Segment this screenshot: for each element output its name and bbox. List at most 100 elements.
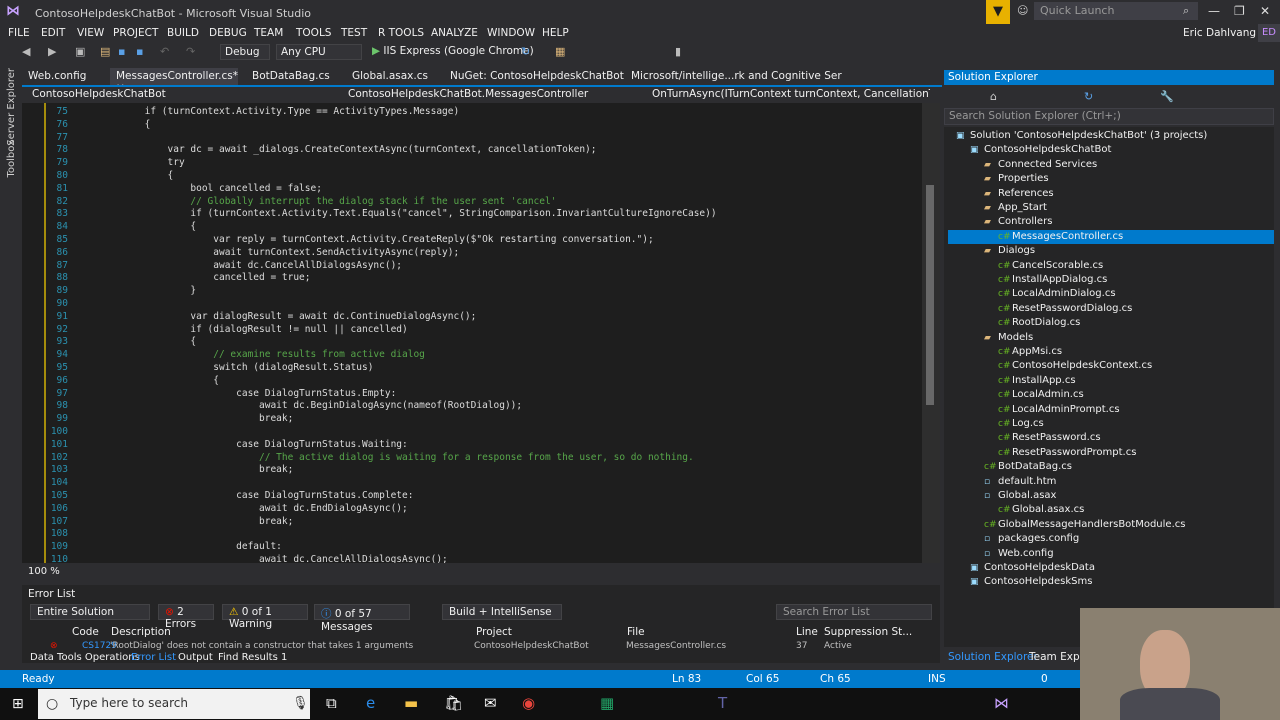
- code-line[interactable]: 86 await turnContext.SendActivityAsync(r…: [22, 246, 922, 259]
- code-line[interactable]: 90: [22, 297, 922, 310]
- menu-edit[interactable]: EDIT: [41, 27, 65, 39]
- menu-r-tools[interactable]: R TOOLS: [378, 27, 424, 39]
- errors-filter-button[interactable]: ⊗ 2 Errors: [158, 604, 214, 630]
- code-line[interactable]: 105 case DialogTurnStatus.Complete:: [22, 489, 922, 502]
- feedback-icon[interactable]: ☺: [1017, 4, 1028, 17]
- code-line[interactable]: 104: [22, 476, 922, 489]
- code-line[interactable]: 75 if (turnContext.Activity.Type == Acti…: [22, 105, 922, 118]
- open-file-icon[interactable]: ▤: [100, 45, 110, 58]
- microphone-icon[interactable]: 🎙: [292, 696, 309, 711]
- code-line[interactable]: 84 {: [22, 220, 922, 233]
- menu-build[interactable]: BUILD: [167, 27, 199, 39]
- code-line[interactable]: 79 try: [22, 156, 922, 169]
- code-line[interactable]: 103 break;: [22, 463, 922, 476]
- solution-tree-item[interactable]: c# BotDataBag.cs: [948, 460, 1274, 474]
- solution-tree-item[interactable]: c# GlobalMessageHandlersBotModule.cs: [948, 518, 1274, 532]
- menu-analyze[interactable]: ANALYZE: [431, 27, 478, 39]
- tab-error-list[interactable]: Error List: [131, 652, 176, 663]
- tab-web-config[interactable]: Web.config: [22, 68, 92, 85]
- quick-launch-input[interactable]: Quick Launch: [1034, 2, 1198, 20]
- solution-tree-item[interactable]: c# ResetPasswordPrompt.cs: [948, 446, 1274, 460]
- code-line[interactable]: 81 bool cancelled = false;: [22, 182, 922, 195]
- code-line[interactable]: 85 var reply = turnContext.Activity.Crea…: [22, 233, 922, 246]
- windows-start-icon[interactable]: ⊞: [12, 696, 24, 712]
- menu-view[interactable]: VIEW: [77, 27, 104, 39]
- solution-tree-item[interactable]: c# LocalAdminDialog.cs: [948, 287, 1274, 301]
- error-scope-select[interactable]: Entire Solution: [30, 604, 150, 620]
- mail-icon[interactable]: ✉: [484, 694, 497, 712]
- chrome-icon[interactable]: ◉: [522, 694, 535, 712]
- code-line[interactable]: 97 case DialogTurnStatus.Empty:: [22, 387, 922, 400]
- refresh-icon[interactable]: ↻: [1084, 90, 1093, 103]
- solution-tree-item[interactable]: ▫ Global.asax: [948, 489, 1274, 503]
- editor-scroll-thumb[interactable]: [926, 185, 934, 405]
- browser-link-icon[interactable]: ▦: [555, 45, 565, 58]
- redo-icon[interactable]: ↷: [186, 45, 195, 58]
- solution-tree-item[interactable]: ▰ Connected Services: [948, 158, 1274, 172]
- code-line[interactable]: 107 break;: [22, 515, 922, 528]
- server-explorer-tab[interactable]: Server Explorer: [6, 68, 17, 146]
- menu-team[interactable]: TEAM: [254, 27, 283, 39]
- solution-tree-item[interactable]: c# InstallAppDialog.cs: [948, 273, 1274, 287]
- solution-tree-item[interactable]: c# AppMsi.cs: [948, 345, 1274, 359]
- taskbar-search-input[interactable]: Type here to search: [38, 689, 310, 719]
- solution-tree-item[interactable]: ▣ ContosoHelpdeskSms: [948, 575, 1274, 589]
- solution-tree-item[interactable]: c# CancelScorable.cs: [948, 259, 1274, 273]
- solution-tree-item[interactable]: c# ResetPassword.cs: [948, 431, 1274, 445]
- properties-icon[interactable]: 🔧: [1160, 90, 1174, 103]
- error-list-search[interactable]: Search Error List: [776, 604, 932, 620]
- col-code[interactable]: Code: [72, 626, 99, 638]
- solution-tree-item[interactable]: c# InstallApp.cs: [948, 374, 1274, 388]
- tab-botdatabag[interactable]: BotDataBag.cs: [246, 68, 336, 85]
- code-line[interactable]: 102 // The active dialog is waiting for …: [22, 451, 922, 464]
- code-line[interactable]: 110 await dc.CancelAllDialogsAsync();: [22, 553, 922, 563]
- undo-icon[interactable]: ↶: [160, 45, 169, 58]
- solution-tree-item[interactable]: ▰ Properties: [948, 172, 1274, 186]
- code-line[interactable]: 94 // examine results from active dialog: [22, 348, 922, 361]
- code-line[interactable]: 80 {: [22, 169, 922, 182]
- solution-tree-item[interactable]: c# LocalAdmin.cs: [948, 388, 1274, 402]
- code-line[interactable]: 108: [22, 527, 922, 540]
- code-editor[interactable]: 75 if (turnContext.Activity.Type == Acti…: [22, 103, 922, 563]
- solution-tree-item[interactable]: ▫ default.htm: [948, 475, 1274, 489]
- solution-tree-item[interactable]: ▰ Models: [948, 331, 1274, 345]
- status-publish-count[interactable]: 0: [1041, 673, 1048, 685]
- navigate-back-icon[interactable]: ◀: [22, 45, 30, 58]
- feedback-filter-icon[interactable]: ▼: [986, 0, 1010, 24]
- tab-nuget[interactable]: NuGet: ContosoHelpdeskChatBot: [444, 68, 630, 85]
- build-source-select[interactable]: Build + IntelliSense: [442, 604, 562, 620]
- code-line[interactable]: 106 await dc.EndDialogAsync();: [22, 502, 922, 515]
- col-suppression[interactable]: Suppression St...: [824, 626, 912, 638]
- maximize-button[interactable]: ❐: [1234, 4, 1245, 18]
- account-name[interactable]: Eric Dahlvang: [1183, 27, 1256, 39]
- solution-configuration-select[interactable]: Debug: [220, 44, 270, 60]
- tab-messages-controller[interactable]: MessagesController.cs* ✕: [110, 68, 238, 94]
- refresh-browser-icon[interactable]: ↻: [521, 45, 530, 58]
- solution-tree-item[interactable]: ▰ Dialogs: [948, 244, 1274, 258]
- solution-tree-item[interactable]: ▰ References: [948, 187, 1274, 201]
- code-line[interactable]: 93 {: [22, 335, 922, 348]
- code-line[interactable]: 89 }: [22, 284, 922, 297]
- code-line[interactable]: 109 default:: [22, 540, 922, 553]
- menu-window[interactable]: WINDOW: [487, 27, 535, 39]
- code-line[interactable]: 77: [22, 131, 922, 144]
- code-line[interactable]: 95 switch (dialogResult.Status): [22, 361, 922, 374]
- zoom-level[interactable]: 100 %: [28, 566, 60, 577]
- menu-test[interactable]: TEST: [341, 27, 367, 39]
- solution-tree-item[interactable]: c# ResetPasswordDialog.cs: [948, 302, 1274, 316]
- code-line[interactable]: 87 await dc.CancelAllDialogsAsync();: [22, 259, 922, 272]
- store-icon[interactable]: 🛍: [444, 694, 463, 712]
- solution-tree-item[interactable]: c# Global.asax.cs: [948, 503, 1274, 517]
- col-file[interactable]: File: [627, 626, 645, 638]
- bookmark-icon[interactable]: ▮: [675, 45, 681, 58]
- tab-solution-explorer[interactable]: Solution Explorer: [948, 651, 1038, 663]
- messages-filter-button[interactable]: ⓘ 0 of 57 Messages: [314, 604, 410, 633]
- solution-tree-item[interactable]: c# LocalAdminPrompt.cs: [948, 403, 1274, 417]
- task-view-icon[interactable]: ⧉: [326, 694, 337, 712]
- project-combo[interactable]: ContosoHelpdeskChatBot: [28, 87, 238, 102]
- warnings-filter-button[interactable]: ⚠ 0 of 1 Warning: [222, 604, 308, 630]
- solution-tree-item[interactable]: ▫ packages.config: [948, 532, 1274, 546]
- code-line[interactable]: 88 cancelled = true;: [22, 271, 922, 284]
- code-line[interactable]: 83 if (turnContext.Activity.Text.Equals(…: [22, 207, 922, 220]
- visual-studio-taskbar-icon[interactable]: ⋈: [994, 694, 1009, 712]
